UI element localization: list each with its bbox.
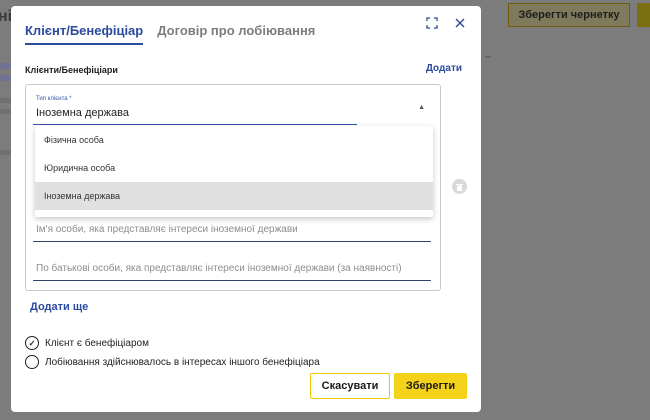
checkmark-icon[interactable]: ✓ bbox=[25, 336, 39, 350]
add-more-link[interactable]: Додати ще bbox=[30, 301, 88, 313]
representative-patronymic-input[interactable]: По батькові особи, яка представляє інтер… bbox=[33, 255, 431, 281]
representative-name-placeholder: Ім'я особи, яка представляє інтереси іно… bbox=[36, 224, 298, 235]
tab-lobbying-agreement[interactable]: Договір про лобіювання bbox=[157, 23, 315, 45]
client-beneficiary-modal: Клієнт/Бенефіціар Договір про лобіювання… bbox=[11, 6, 481, 412]
dropdown-option-individual[interactable]: Фізична особа bbox=[35, 126, 433, 154]
section-title: Клієнти/Бенефіціари bbox=[25, 65, 118, 75]
background-text-fragment bbox=[485, 56, 491, 58]
lobbying-other-beneficiary-label: Лобіювання здійснювалось в інтересах інш… bbox=[45, 356, 320, 368]
client-type-select[interactable]: Тип клієнта * Іноземна держава ▲ bbox=[33, 93, 431, 125]
tab-client-beneficiary[interactable]: Клієнт/Бенефіціар bbox=[25, 23, 144, 45]
chevron-up-icon[interactable]: ▲ bbox=[418, 104, 425, 111]
lobbying-other-beneficiary-option[interactable]: Лобіювання здійснювалось в інтересах інш… bbox=[25, 355, 320, 369]
dropdown-option-foreign-state[interactable]: Іноземна держава bbox=[35, 182, 433, 210]
close-icon[interactable] bbox=[449, 12, 471, 34]
remove-client-icon[interactable] bbox=[452, 179, 467, 194]
modal-tabs: Клієнт/Бенефіціар Договір про лобіювання bbox=[25, 23, 315, 45]
representative-patronymic-placeholder: По батькові особи, яка представляє інтер… bbox=[36, 263, 402, 274]
add-client-link[interactable]: Додати bbox=[426, 63, 462, 74]
client-type-value: Іноземна держава bbox=[36, 107, 129, 119]
background-primary-button bbox=[637, 3, 650, 27]
expand-icon[interactable] bbox=[421, 12, 443, 34]
radio-empty-icon[interactable] bbox=[25, 355, 39, 369]
representative-name-input[interactable]: Ім'я особи, яка представляє інтереси іно… bbox=[33, 216, 431, 242]
select-underline bbox=[33, 124, 357, 125]
client-is-beneficiary-label: Клієнт є бенефіціаром bbox=[45, 337, 149, 349]
client-type-label: Тип клієнта * bbox=[36, 96, 72, 102]
save-button[interactable]: Зберегти bbox=[394, 373, 467, 399]
modal-window-controls bbox=[421, 12, 471, 34]
client-is-beneficiary-option[interactable]: ✓ Клієнт є бенефіціаром bbox=[25, 336, 149, 350]
save-draft-button: Зберегти чернетку bbox=[508, 3, 630, 27]
client-type-dropdown: Фізична особа Юридична особа Іноземна де… bbox=[35, 126, 433, 217]
dropdown-option-legal-entity[interactable]: Юридична особа bbox=[35, 154, 433, 182]
cancel-button[interactable]: Скасувати bbox=[310, 373, 390, 399]
